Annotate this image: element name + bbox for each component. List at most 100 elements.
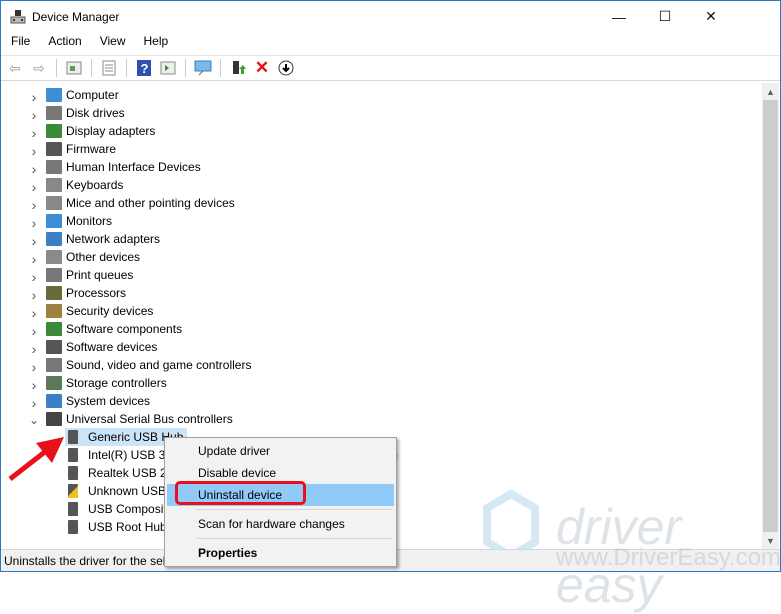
usb-plug-icon (68, 448, 78, 462)
tree-category-storage-controllers[interactable]: Storage controllers (46, 374, 167, 392)
expand-chevron-icon[interactable]: › (29, 341, 39, 357)
tree-category-print-queues[interactable]: Print queues (46, 266, 133, 284)
menu-item-update-driver[interactable]: Update driver (167, 440, 394, 462)
expand-chevron-icon[interactable]: › (29, 251, 39, 267)
tree-category-universal-serial-bus-controllers[interactable]: Universal Serial Bus controllers (46, 410, 233, 428)
device-category-icon (46, 196, 62, 210)
tree-category-human-interface-devices[interactable]: Human Interface Devices (46, 158, 201, 176)
tree-category-sound-video-and-game-controllers[interactable]: Sound, video and game controllers (46, 356, 251, 374)
tree-category-disk-drives[interactable]: Disk drives (46, 104, 125, 122)
expand-chevron-icon[interactable]: › (29, 107, 39, 123)
scroll-up-icon[interactable]: ▲ (762, 83, 779, 100)
tree-category-security-devices[interactable]: Security devices (46, 302, 153, 320)
close-button[interactable]: ✕ (688, 1, 734, 32)
svg-text:?: ? (141, 61, 149, 76)
toolbar-separator (220, 59, 221, 77)
device-category-icon (46, 160, 62, 174)
scroll-down-icon[interactable]: ▼ (762, 532, 779, 549)
device-category-icon (46, 394, 62, 408)
tree-device-intel-r-usb-3-1[interactable]: Intel(R) USB 3.1 (65, 446, 179, 464)
disable-icon[interactable] (276, 58, 296, 78)
menu-item-scan-hardware[interactable]: Scan for hardware changes (167, 513, 394, 535)
menu-separator (196, 509, 392, 510)
back-icon[interactable]: ⇦ (5, 58, 25, 78)
tree-category-computer[interactable]: Computer (46, 86, 119, 104)
tree-category-software-devices[interactable]: Software devices (46, 338, 157, 356)
tree-category-label: Other devices (66, 250, 141, 264)
scrollbar-thumb[interactable] (763, 100, 778, 532)
show-hide-console-tree-icon[interactable] (64, 58, 84, 78)
tree-category-processors[interactable]: Processors (46, 284, 126, 302)
tree-category-firmware[interactable]: Firmware (46, 140, 116, 158)
device-category-icon (46, 178, 62, 192)
expand-chevron-icon[interactable]: › (29, 377, 39, 393)
device-category-icon (46, 376, 62, 390)
tree-category-other-devices[interactable]: Other devices (46, 248, 140, 266)
toolbar-separator (56, 59, 57, 77)
tree-category-system-devices[interactable]: System devices (46, 392, 150, 410)
menu-help[interactable]: Help (134, 34, 177, 52)
expand-chevron-icon[interactable]: › (29, 395, 39, 411)
tree-category-network-adapters[interactable]: Network adapters (46, 230, 160, 248)
tree-device-usb-root-hub[interactable]: USB Root Hub (65, 518, 171, 536)
toolbar-separator (91, 59, 92, 77)
device-category-icon (46, 232, 62, 246)
expand-chevron-icon[interactable]: › (29, 125, 39, 141)
device-manager-icon (10, 10, 26, 24)
expand-chevron-icon[interactable]: › (29, 161, 39, 177)
maximize-button[interactable]: ☐ (642, 1, 688, 32)
device-manager-window: Device Manager — ☐ ✕ File Action View He… (0, 0, 781, 613)
action-pane-icon[interactable] (158, 58, 178, 78)
tree-category-keyboards[interactable]: Keyboards (46, 176, 123, 194)
menu-file[interactable]: File (1, 34, 38, 52)
menu-separator (196, 538, 392, 539)
expand-chevron-icon[interactable]: › (29, 305, 39, 321)
device-category-icon (46, 412, 62, 426)
tree-category-label: Disk drives (66, 106, 125, 120)
tree-category-software-components[interactable]: Software components (46, 320, 182, 338)
tree-category-mice-and-other-pointing-devices[interactable]: Mice and other pointing devices (46, 194, 235, 212)
usb-warning-icon (68, 484, 78, 498)
tree-category-label: Network adapters (66, 232, 161, 246)
expand-chevron-icon[interactable]: › (29, 287, 39, 303)
tree-category-monitors[interactable]: Monitors (46, 212, 112, 230)
forward-icon[interactable]: ⇨ (29, 58, 49, 78)
properties-icon[interactable] (99, 58, 119, 78)
update-driver-icon[interactable] (228, 58, 248, 78)
expand-chevron-icon[interactable]: › (29, 269, 39, 285)
tree-device-usb-composite[interactable]: USB Composite (65, 500, 177, 518)
expand-chevron-icon[interactable]: › (29, 359, 39, 375)
device-category-icon (46, 358, 62, 372)
scan-hardware-icon[interactable] (193, 58, 213, 78)
title-bar: Device Manager — ☐ ✕ (1, 1, 780, 32)
tree-device-unknown-usb[interactable]: Unknown USB (65, 482, 170, 500)
tree-category-label: Sound, video and game controllers (66, 358, 252, 372)
menu-view[interactable]: View (90, 34, 134, 52)
device-category-icon (46, 214, 62, 228)
tree-category-display-adapters[interactable]: Display adapters (46, 122, 155, 140)
toolbar-separator (126, 59, 127, 77)
device-category-icon (46, 268, 62, 282)
expand-chevron-icon[interactable]: › (29, 323, 39, 339)
tree-category-label: Software components (66, 322, 183, 336)
expand-chevron-icon[interactable]: › (29, 215, 39, 231)
minimize-button[interactable]: — (596, 1, 642, 32)
expand-chevron-icon[interactable]: › (29, 233, 39, 249)
uninstall-icon[interactable]: ✕ (252, 58, 272, 78)
expand-chevron-icon[interactable]: › (29, 197, 39, 213)
help-icon[interactable]: ? (134, 58, 154, 78)
tree-device-label: USB Root Hub (88, 520, 167, 534)
expand-chevron-icon[interactable]: › (29, 179, 39, 195)
tree-category-label: Display adapters (66, 124, 156, 138)
expand-chevron-icon[interactable]: › (29, 143, 39, 159)
usb-plug-icon (68, 520, 78, 534)
tree-category-label: Universal Serial Bus controllers (66, 412, 233, 426)
menu-bar: File Action View Help (1, 34, 176, 52)
expand-chevron-icon[interactable]: › (29, 89, 39, 105)
tree-device-label: Unknown USB (88, 484, 167, 498)
menu-action[interactable]: Action (38, 34, 89, 52)
menu-item-properties[interactable]: Properties (167, 542, 394, 564)
collapse-chevron-icon[interactable]: ⌄ (29, 413, 39, 427)
vertical-scrollbar[interactable]: ▲ ▼ (762, 83, 779, 549)
tree-category-label: Keyboards (66, 178, 124, 192)
